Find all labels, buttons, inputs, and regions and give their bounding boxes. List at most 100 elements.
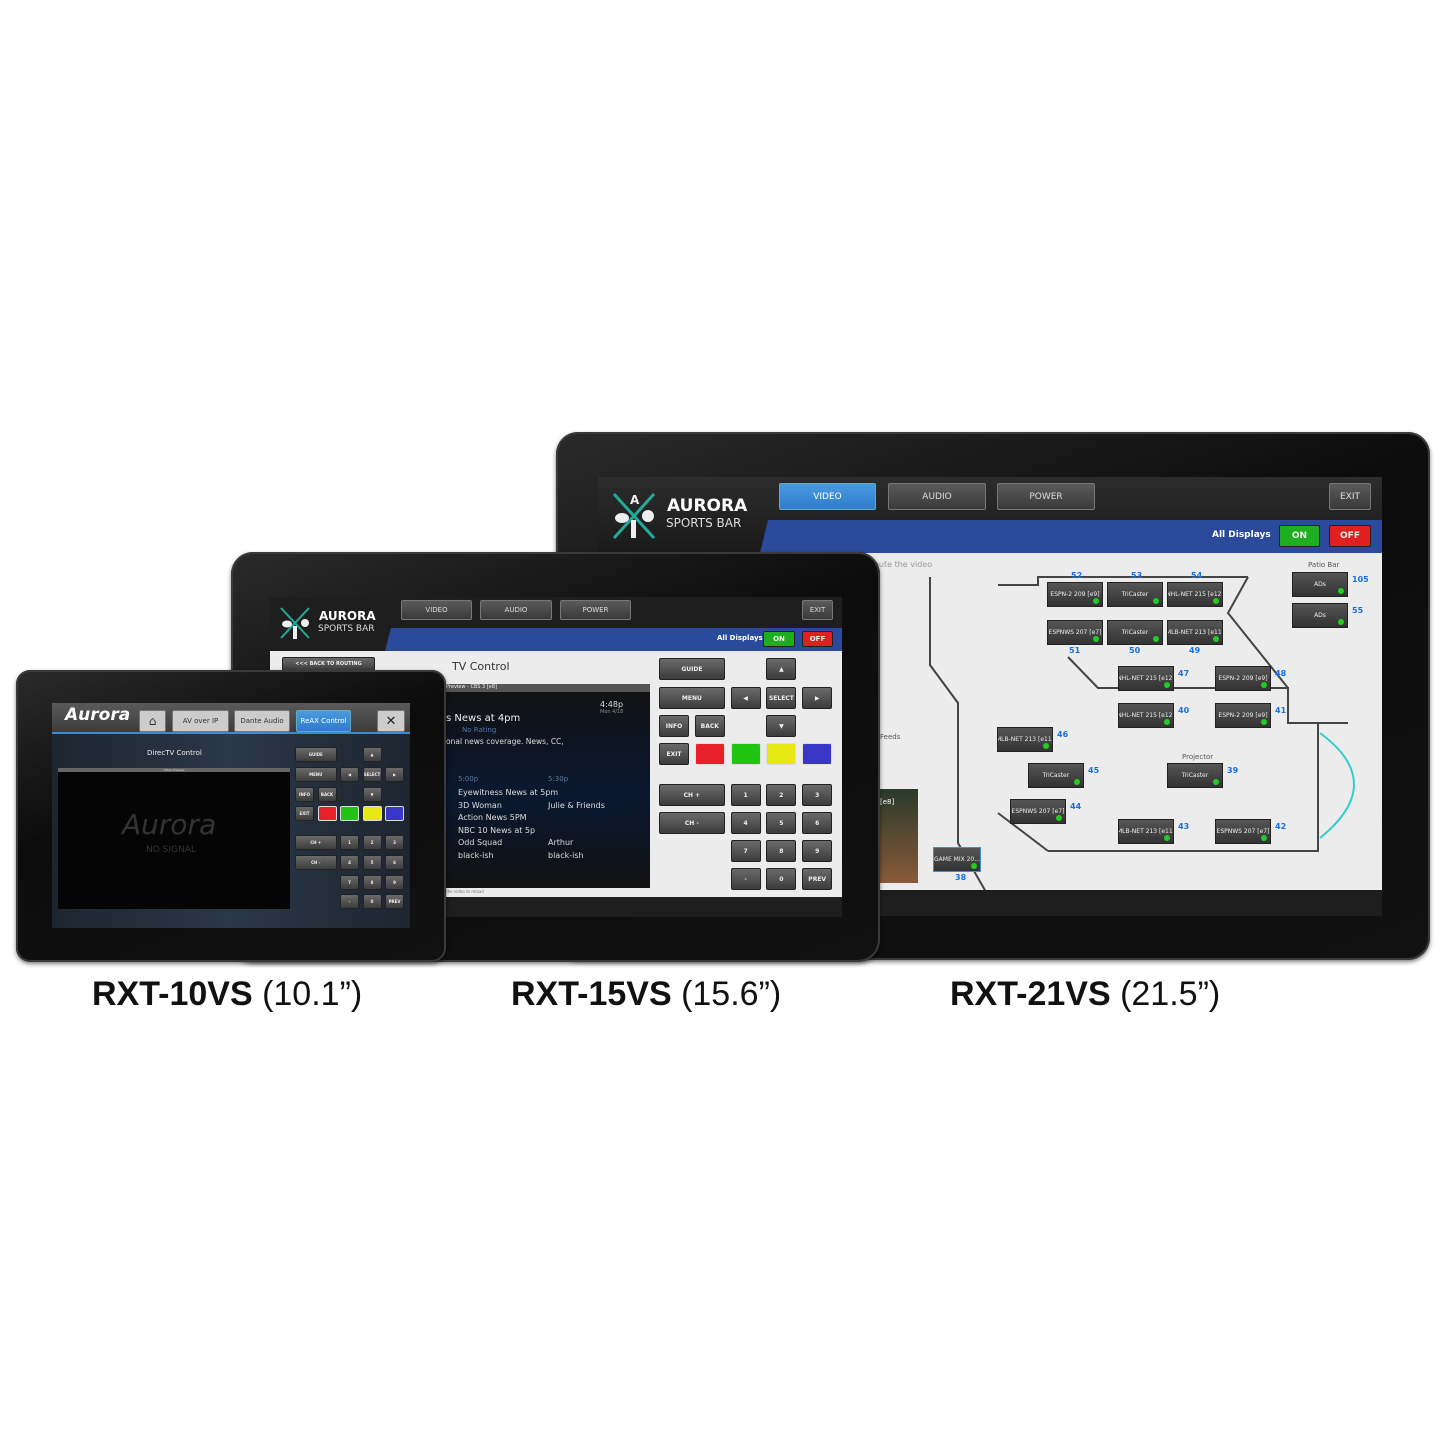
room-display-button[interactable]: ESPN-2 209 [e9]: [1047, 582, 1103, 607]
red-button[interactable]: [694, 743, 725, 765]
video-preview[interactable]: Preview - CBS 3 [e8] 4:48p Mon 4/18 s Ne…: [440, 684, 650, 888]
tab-video[interactable]: VIDEO: [779, 483, 876, 510]
n9-button[interactable]: 9: [385, 875, 404, 890]
listing-item[interactable]: NBC 10 News at 5p: [458, 826, 535, 835]
prev-button[interactable]: PREV: [385, 894, 404, 909]
listing-item[interactable]: black-ish: [458, 851, 494, 860]
n5-button[interactable]: 5: [362, 855, 382, 870]
dash-button[interactable]: -: [340, 894, 359, 909]
room-display-button[interactable]: ADs: [1292, 603, 1348, 628]
all-off-button[interactable]: OFF: [802, 631, 833, 647]
listing-item[interactable]: Eyewitness News at 5pm: [458, 788, 558, 797]
listing-item[interactable]: Julie & Friends: [548, 801, 605, 810]
exit-button[interactable]: EXIT: [295, 806, 314, 821]
room-display-button[interactable]: MLB-NET 213 [e11]: [997, 727, 1053, 752]
n3-button[interactable]: 3: [802, 784, 833, 806]
info-button[interactable]: INFO: [295, 787, 314, 802]
blue-button[interactable]: [385, 806, 404, 821]
n0-button[interactable]: 0: [362, 894, 382, 909]
chminus-button[interactable]: CH -: [659, 812, 725, 834]
room-display-button[interactable]: MLB-NET 213 [e11]: [1118, 819, 1174, 844]
room-display-button[interactable]: TriCaster: [1028, 763, 1084, 788]
n6-button[interactable]: 6: [385, 855, 404, 870]
yellow-button[interactable]: [362, 806, 382, 821]
blue-button[interactable]: [802, 743, 833, 765]
n1-button[interactable]: 1: [730, 784, 761, 806]
tab-power[interactable]: POWER: [560, 600, 631, 620]
listing-item[interactable]: Action News 5PM: [458, 813, 527, 822]
dash-button[interactable]: -: [730, 868, 761, 890]
arrow-right-icon[interactable]: ▶: [385, 767, 404, 782]
room-display-button[interactable]: ESPN-2 209 [e9]: [1215, 666, 1271, 691]
arrow-left-icon[interactable]: ◀: [340, 767, 359, 782]
room-display-button[interactable]: TriCaster: [1167, 763, 1223, 788]
all-off-button[interactable]: OFF: [1329, 525, 1371, 547]
room-display-button[interactable]: ESPNWS 207 [e7]: [1047, 620, 1103, 645]
video-preview[interactable]: Aurora NO SIGNAL: [58, 772, 290, 909]
tab-dante-audio[interactable]: Dante Audio: [234, 710, 290, 732]
menu-button[interactable]: MENU: [295, 767, 337, 782]
select-button[interactable]: SELECT: [766, 687, 797, 709]
room-display-button[interactable]: ADs: [1292, 572, 1348, 597]
room-display-button[interactable]: NHL-NET 215 [e12]: [1118, 703, 1174, 728]
arrow-up-icon[interactable]: ▲: [362, 747, 382, 762]
exit-button[interactable]: EXIT: [802, 600, 833, 620]
n4-button[interactable]: 4: [730, 812, 761, 834]
n1-button[interactable]: 1: [340, 835, 359, 850]
green-button[interactable]: [340, 806, 359, 821]
room-display-button[interactable]: ESPN-2 209 [e9]: [1215, 703, 1271, 728]
arrow-left-icon[interactable]: ◀: [730, 687, 761, 709]
n7-button[interactable]: 7: [340, 875, 359, 890]
guide-button[interactable]: GUIDE: [659, 658, 725, 680]
prev-button[interactable]: PREV: [802, 868, 833, 890]
back-button[interactable]: BACK: [694, 715, 725, 737]
listing-item[interactable]: 3D Woman: [458, 801, 502, 810]
room-display-button[interactable]: TriCaster: [1107, 620, 1163, 645]
n8-button[interactable]: 8: [362, 875, 382, 890]
tab-reax-control[interactable]: ReAX Control: [296, 710, 351, 732]
feed-thumbnail[interactable]: [e8]: [880, 789, 918, 883]
listing-item[interactable]: black-ish: [548, 851, 584, 860]
chminus-button[interactable]: CH -: [295, 855, 337, 870]
chplus-button[interactable]: CH +: [295, 835, 337, 850]
tab-audio[interactable]: AUDIO: [888, 483, 986, 510]
home-icon[interactable]: ⌂: [139, 710, 166, 732]
n9-button[interactable]: 9: [802, 840, 833, 862]
room-display-button[interactable]: TriCaster: [1107, 582, 1163, 607]
all-on-button[interactable]: ON: [1279, 525, 1320, 547]
info-button[interactable]: INFO: [659, 715, 689, 737]
n2-button[interactable]: 2: [362, 835, 382, 850]
n2-button[interactable]: 2: [766, 784, 797, 806]
all-on-button[interactable]: ON: [763, 631, 795, 647]
arrow-down-icon[interactable]: ▼: [362, 787, 382, 802]
n8-button[interactable]: 8: [766, 840, 797, 862]
back-button[interactable]: BACK: [317, 787, 337, 802]
arrow-down-icon[interactable]: ▼: [766, 715, 797, 737]
tab-av-over-ip[interactable]: AV over IP: [172, 710, 229, 732]
n6-button[interactable]: 6: [802, 812, 833, 834]
chplus-button[interactable]: CH +: [659, 784, 725, 806]
tab-power[interactable]: POWER: [997, 483, 1095, 510]
exit-button[interactable]: EXIT: [1329, 483, 1371, 510]
yellow-button[interactable]: [766, 743, 797, 765]
tab-video[interactable]: VIDEO: [401, 600, 472, 620]
listing-item[interactable]: Odd Squad: [458, 838, 502, 847]
select-button[interactable]: SELECT: [362, 767, 382, 782]
n5-button[interactable]: 5: [766, 812, 797, 834]
exit-button[interactable]: EXIT: [659, 743, 689, 765]
n0-button[interactable]: 0: [766, 868, 797, 890]
room-display-button[interactable]: ESPNWS 207 [e7]: [1010, 799, 1066, 824]
room-display-button[interactable]: MLB-NET 213 [e11]: [1167, 620, 1223, 645]
arrow-right-icon[interactable]: ▶: [802, 687, 833, 709]
n4-button[interactable]: 4: [340, 855, 359, 870]
close-icon[interactable]: ✕: [377, 710, 405, 732]
room-display-button[interactable]: NHL-NET 215 [e12]: [1167, 582, 1223, 607]
guide-button[interactable]: GUIDE: [295, 747, 337, 762]
listing-item[interactable]: Arthur: [548, 838, 573, 847]
room-display-button[interactable]: ESPNWS 207 [e7]: [1215, 819, 1271, 844]
tab-audio[interactable]: AUDIO: [480, 600, 552, 620]
room-display-button[interactable]: NHL-NET 215 [e12]: [1118, 666, 1174, 691]
n7-button[interactable]: 7: [730, 840, 761, 862]
room-display-button[interactable]: GAME MIX 20...: [933, 847, 981, 872]
red-button[interactable]: [317, 806, 337, 821]
